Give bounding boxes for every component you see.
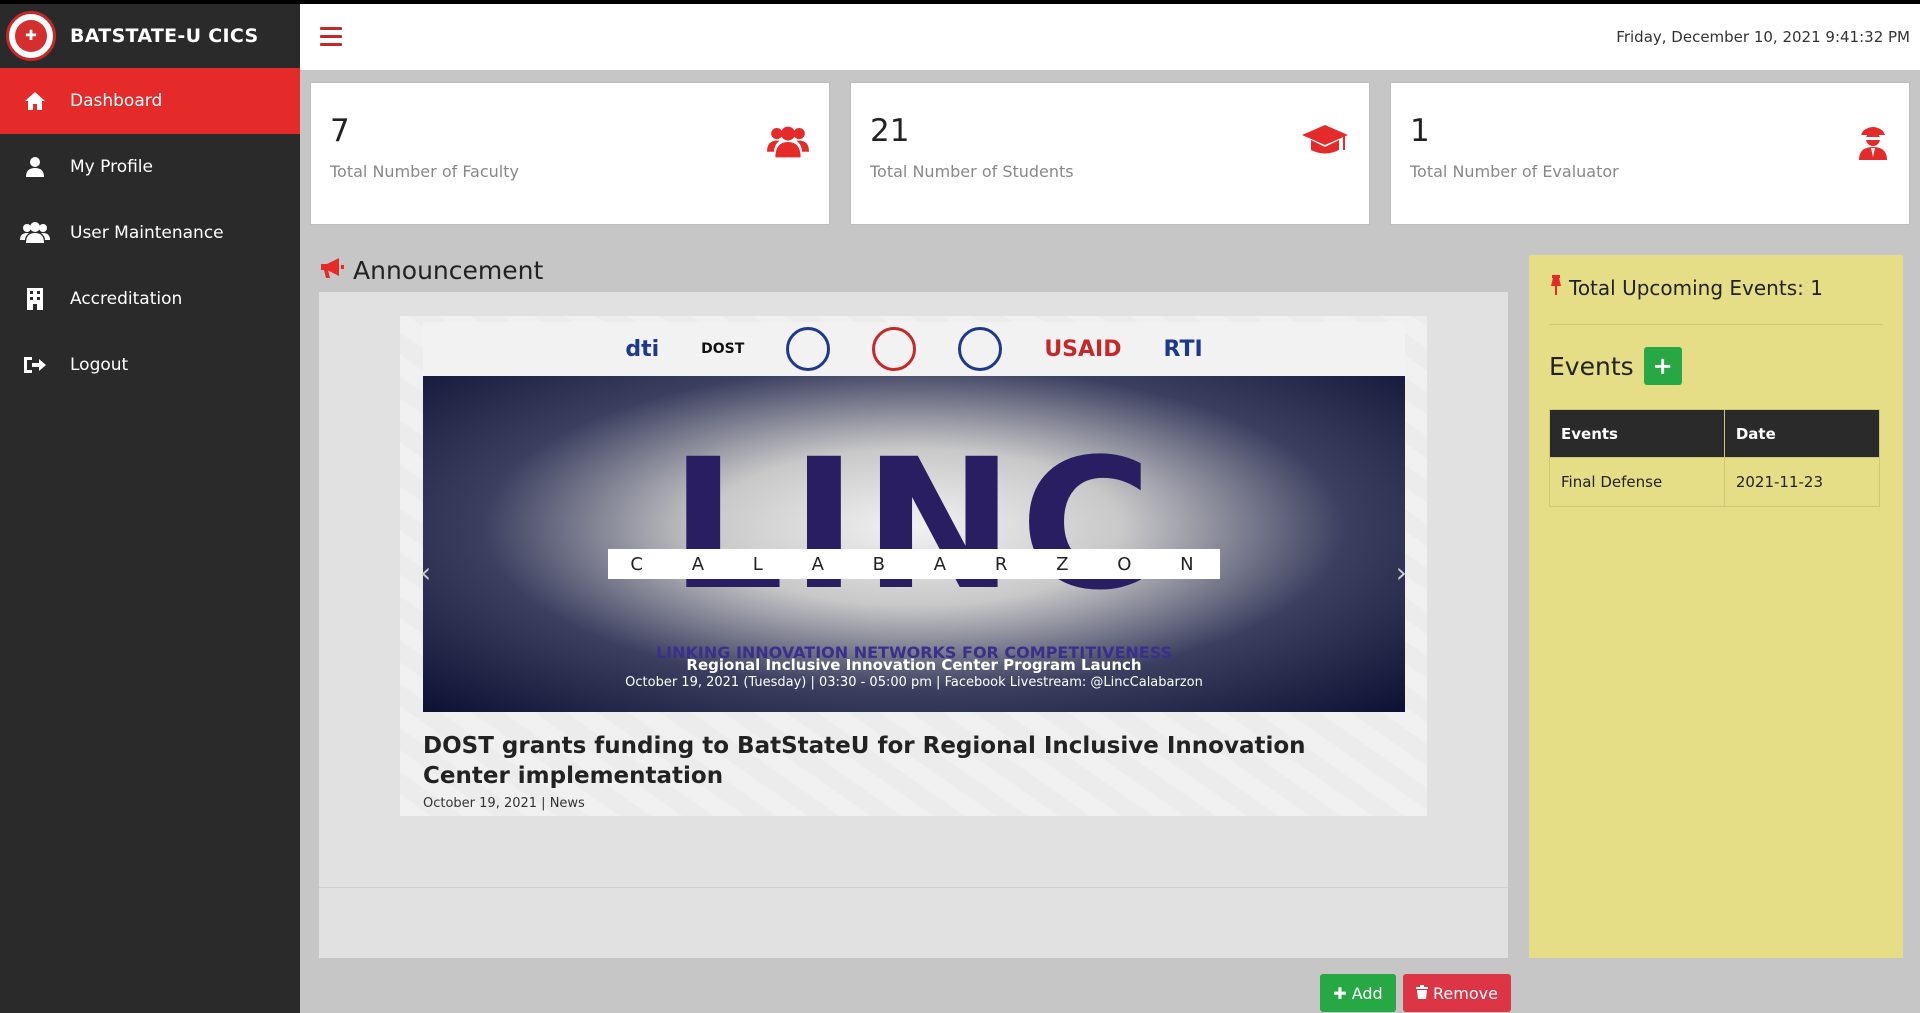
linc-banner-image: dti DOST USAID RTI LINC C A L A B A R Z …: [423, 322, 1405, 712]
sidebar-item-my-profile[interactable]: My Profile: [0, 134, 300, 200]
sidebar-item-label: My Profile: [70, 157, 153, 177]
calabarzon-strip: C A L A B A R Z O N: [608, 549, 1220, 579]
faculty-label: Total Number of Faculty: [330, 162, 519, 181]
students-stat-card: 21 Total Number of Students: [850, 82, 1370, 225]
calabarzon-letter: B: [872, 553, 889, 575]
remove-button-label: Remove: [1433, 983, 1498, 1003]
calabarzon-letter: N: [1180, 553, 1198, 575]
events-divider: [1549, 324, 1883, 325]
main-content: 7 Total Number of Faculty 21 Total Numbe…: [300, 70, 1920, 1013]
calabarzon-letter: A: [811, 553, 828, 575]
dost-logo: DOST: [701, 341, 745, 357]
announcement-header: Announcement: [319, 256, 543, 285]
sidebar: ✚ BATSTATE-U CICS Dashboard My Profile U…: [0, 4, 300, 1013]
calabarzon-letter: Z: [1056, 553, 1073, 575]
banner-program-title: Regional Inclusive Innovation Center Pro…: [686, 656, 1142, 674]
column-header-date[interactable]: Date: [1723, 409, 1881, 458]
events-title: Events: [1549, 351, 1634, 381]
calabarzon-letter: L: [752, 553, 767, 575]
events-table: Events Date Final Defense 2021-11-23: [1549, 409, 1881, 507]
pin-icon: [1549, 275, 1563, 300]
seal-logo: [786, 327, 831, 371]
current-datetime: Friday, December 10, 2021 9:41:32 PM: [1616, 28, 1910, 46]
building-icon: [0, 287, 70, 311]
sidebar-item-label: Logout: [70, 355, 129, 375]
batstateu-seal-logo: [872, 327, 917, 371]
add-button-label: Add: [1351, 983, 1383, 1003]
evaluator-stat-card: 1 Total Number of Evaluator: [1390, 82, 1910, 225]
sidebar-item-label: Dashboard: [70, 91, 163, 111]
sidebar-item-label: User Maintenance: [70, 223, 224, 243]
home-icon: [0, 91, 70, 111]
event-date-cell: 2021-11-23: [1723, 457, 1881, 507]
upcoming-events-count: Total Upcoming Events: 1: [1569, 275, 1823, 300]
evaluator-label: Total Number of Evaluator: [1410, 162, 1619, 181]
sidebar-item-label: Accreditation: [70, 289, 183, 309]
announcement-title: Announcement: [353, 256, 544, 285]
add-event-button[interactable]: +: [1643, 347, 1682, 385]
plus-icon: ✚: [1333, 983, 1347, 1003]
banner-program-details: October 19, 2021 (Tuesday) | 03:30 - 05:…: [625, 675, 1203, 690]
faculty-stat-card: 7 Total Number of Faculty: [310, 82, 830, 225]
upcoming-events-header: Total Upcoming Events: 1: [1549, 275, 1823, 300]
brand[interactable]: ✚ BATSTATE-U CICS: [0, 4, 300, 68]
table-row[interactable]: Final Defense 2021-11-23: [1549, 457, 1881, 507]
panel-divider: [319, 887, 1508, 888]
sidebar-item-accreditation[interactable]: Accreditation: [0, 266, 300, 332]
trash-icon: [1416, 984, 1429, 1003]
calabarzon-letter: O: [1117, 553, 1136, 575]
students-count: 21: [870, 113, 910, 149]
table-header-row: Events Date: [1549, 409, 1881, 458]
announcement-panel: dti DOST USAID RTI LINC C A L A B A R Z …: [319, 292, 1511, 1012]
rti-logo: RTI: [1163, 336, 1203, 362]
top-bar: Friday, December 10, 2021 9:41:32 PM: [300, 4, 1920, 70]
add-announcement-button[interactable]: ✚ Add: [1320, 974, 1396, 1012]
graduation-cap-icon: [1301, 123, 1349, 163]
events-panel: Total Upcoming Events: 1 Events + Events…: [1529, 255, 1903, 958]
faculty-count: 7: [330, 113, 350, 149]
users-icon: [767, 123, 809, 165]
sidebar-item-user-maintenance[interactable]: User Maintenance: [0, 200, 300, 266]
carousel-next-icon[interactable]: ›: [1396, 556, 1407, 589]
remove-announcement-button[interactable]: Remove: [1403, 974, 1511, 1012]
students-label: Total Number of Students: [870, 162, 1074, 181]
users-icon: [0, 222, 70, 244]
usaid-logo: USAID: [1044, 336, 1122, 362]
event-name-cell: Final Defense: [1549, 457, 1725, 507]
evaluator-count: 1: [1410, 113, 1430, 149]
column-header-events[interactable]: Events: [1549, 409, 1725, 458]
carousel-prev-icon[interactable]: ‹: [420, 556, 431, 589]
announcement-headline[interactable]: DOST grants funding to BatStateU for Reg…: [423, 732, 1393, 792]
calabarzon-letter: A: [933, 553, 951, 575]
calabarzon-letter: R: [994, 553, 1012, 575]
university-logo: ✚: [6, 11, 56, 61]
announcement-meta: October 19, 2021 | News: [423, 796, 585, 811]
brand-title: BATSTATE-U CICS: [70, 25, 259, 47]
bullhorn-icon: [319, 256, 345, 285]
user-secret-icon: [1857, 123, 1889, 165]
user-icon: [0, 156, 70, 178]
sidebar-item-logout[interactable]: Logout: [0, 332, 300, 398]
calabarzon-letter: C: [630, 553, 647, 575]
seal-logo: [958, 327, 1003, 371]
events-title-row: Events +: [1549, 347, 1682, 385]
announcement-carousel[interactable]: dti DOST USAID RTI LINC C A L A B A R Z …: [400, 316, 1427, 816]
calabarzon-letter: A: [691, 553, 709, 575]
dti-logo: dti: [625, 336, 660, 362]
linc-wordmark: LINC: [669, 421, 1159, 630]
menu-toggle-icon[interactable]: [320, 27, 342, 47]
sign-out-icon: [0, 355, 70, 375]
partner-logos: dti DOST USAID RTI: [423, 322, 1405, 376]
sidebar-item-dashboard[interactable]: Dashboard: [0, 68, 300, 134]
